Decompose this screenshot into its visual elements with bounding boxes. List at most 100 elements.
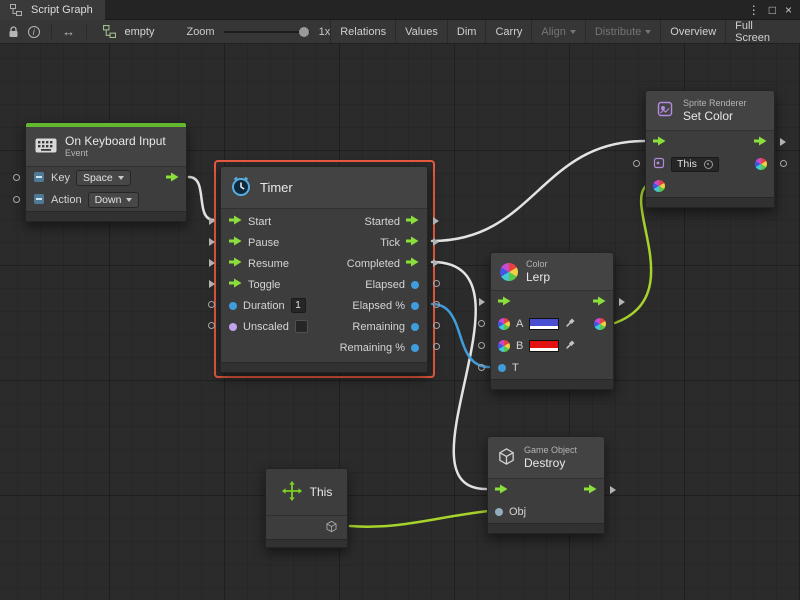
wire-timer-tick-to-set-color[interactable] [432, 141, 645, 241]
node-set-color[interactable]: Sprite Renderer Set Color This [645, 90, 775, 208]
object-input-port[interactable] [495, 508, 503, 516]
action-dropdown[interactable]: Down [88, 192, 140, 208]
flow-output-port[interactable] [754, 136, 767, 149]
object-picker-icon[interactable] [704, 160, 713, 169]
toolbar-button-dim[interactable]: Dim [447, 20, 486, 43]
duration-outer-port[interactable] [208, 301, 215, 308]
node-header: Sprite Renderer Set Color [646, 91, 774, 131]
flow-input-port[interactable] [229, 215, 242, 228]
color-input-port[interactable] [498, 340, 510, 352]
node-destroy[interactable]: Game Object Destroy Obj [487, 436, 605, 534]
toggle-outer-port[interactable] [209, 280, 215, 288]
started-outer-port[interactable] [433, 217, 439, 225]
toolbar-button-values[interactable]: Values [395, 20, 447, 43]
flow-output-port[interactable] [406, 236, 419, 249]
toolbar-button-relations[interactable]: Relations [330, 20, 395, 43]
color-output-port[interactable] [594, 318, 606, 330]
pause-outer-port[interactable] [209, 238, 215, 246]
gameobject-cube-icon[interactable] [325, 520, 338, 536]
expand-arrows-icon[interactable] [59, 22, 79, 42]
toolbar-button-fullscreen[interactable]: Full Screen [725, 20, 796, 43]
key-row: Key Space [26, 167, 186, 189]
key-dropdown[interactable]: Space [76, 170, 131, 186]
node-on-keyboard-input[interactable]: On Keyboard Input Event Key Space Action… [25, 122, 187, 222]
elapsed-pct-outer-port[interactable] [433, 301, 440, 308]
flow-output-port[interactable] [166, 172, 179, 185]
graph-asset[interactable]: empty [100, 22, 155, 42]
color-output-port[interactable] [755, 158, 767, 170]
target-object-field[interactable]: This [671, 157, 719, 172]
lerp-flow-outer-port[interactable] [479, 298, 485, 306]
port-label: Start [248, 216, 271, 228]
key-outer-port[interactable] [13, 174, 20, 181]
color-input-port[interactable] [653, 180, 665, 192]
float-output-port[interactable] [411, 302, 419, 310]
flow-output-port[interactable] [593, 296, 606, 309]
toolbar-button-distribute[interactable]: Distribute [585, 20, 660, 43]
duration-field[interactable]: 1 [291, 298, 306, 313]
unscaled-outer-port[interactable] [208, 322, 215, 329]
flow-output-port[interactable] [584, 484, 597, 497]
action-outer-port[interactable] [13, 196, 20, 203]
zoom-slider[interactable] [224, 31, 310, 33]
color-a-swatch[interactable] [529, 318, 559, 330]
eyedropper-icon[interactable] [565, 340, 575, 353]
color-input-port[interactable] [498, 318, 510, 330]
wire-elapsed-pct-to-lerp-t[interactable] [432, 304, 489, 367]
remaining-outer-port[interactable] [433, 322, 440, 329]
window-maximize-icon[interactable]: □ [769, 4, 776, 16]
flow-input-port[interactable] [229, 278, 242, 291]
start-outer-port[interactable] [209, 217, 215, 225]
tab-script-graph[interactable]: Script Graph [0, 0, 105, 20]
lerp-a-outer-port[interactable] [478, 320, 485, 327]
float-input-port[interactable] [229, 302, 237, 310]
set-color-out-outer-port[interactable] [780, 160, 787, 167]
tick-outer-port[interactable] [433, 238, 439, 246]
unscaled-checkbox[interactable] [295, 320, 308, 333]
zoom-label: Zoom [186, 26, 214, 38]
timer-input-unscaled: Unscaled [221, 316, 316, 337]
toolbar-button-overview[interactable]: Overview [660, 20, 725, 43]
window-menu-icon[interactable]: ⋮ [748, 4, 760, 16]
flow-input-port[interactable] [229, 257, 242, 270]
timer-input-pause: Pause [221, 232, 316, 253]
node-footer [26, 211, 186, 221]
toolbar-button-carry[interactable]: Carry [485, 20, 531, 43]
destroy-flow-out-outer-port[interactable] [610, 486, 616, 494]
completed-outer-port[interactable] [433, 259, 439, 267]
graph-canvas[interactable]: On Keyboard Input Event Key Space Action… [0, 44, 800, 600]
node-this[interactable]: This [265, 468, 348, 548]
zoom-slider-handle[interactable] [299, 27, 309, 37]
info-icon[interactable] [24, 22, 44, 42]
flow-output-port[interactable] [406, 257, 419, 270]
wire-timer-completed-to-destroy[interactable] [432, 262, 486, 489]
wire-this-to-destroy-obj[interactable] [350, 511, 489, 527]
lock-icon[interactable] [4, 22, 24, 42]
target-outer-port[interactable] [633, 160, 640, 167]
bool-input-port[interactable] [229, 323, 237, 331]
float-input-port[interactable] [498, 364, 506, 372]
lerp-flow-out-outer-port[interactable] [619, 298, 625, 306]
float-output-port[interactable] [411, 281, 419, 289]
elapsed-outer-port[interactable] [433, 280, 440, 287]
flow-input-port[interactable] [229, 236, 242, 249]
wire-keyboard-to-timer-start[interactable] [189, 177, 214, 220]
color-b-swatch[interactable] [529, 340, 559, 352]
lerp-t-outer-port[interactable] [478, 364, 485, 371]
float-output-port[interactable] [411, 344, 419, 352]
toolbar-button-align[interactable]: Align [531, 20, 584, 43]
node-color-lerp[interactable]: Color Lerp A B [490, 252, 614, 390]
float-output-port[interactable] [411, 323, 419, 331]
flow-input-port[interactable] [495, 484, 508, 497]
remaining-pct-outer-port[interactable] [433, 343, 440, 350]
flow-input-port[interactable] [653, 136, 666, 149]
move-arrows-icon [281, 480, 303, 505]
eyedropper-icon[interactable] [565, 318, 575, 331]
lerp-b-outer-port[interactable] [478, 342, 485, 349]
flow-input-port[interactable] [498, 296, 511, 309]
node-timer[interactable]: Timer Start Pause Resume Toggle Duration… [220, 166, 428, 373]
resume-outer-port[interactable] [209, 259, 215, 267]
set-color-flow-out-outer-port[interactable] [780, 138, 786, 146]
window-close-icon[interactable]: × [785, 4, 792, 16]
flow-output-port[interactable] [406, 215, 419, 228]
